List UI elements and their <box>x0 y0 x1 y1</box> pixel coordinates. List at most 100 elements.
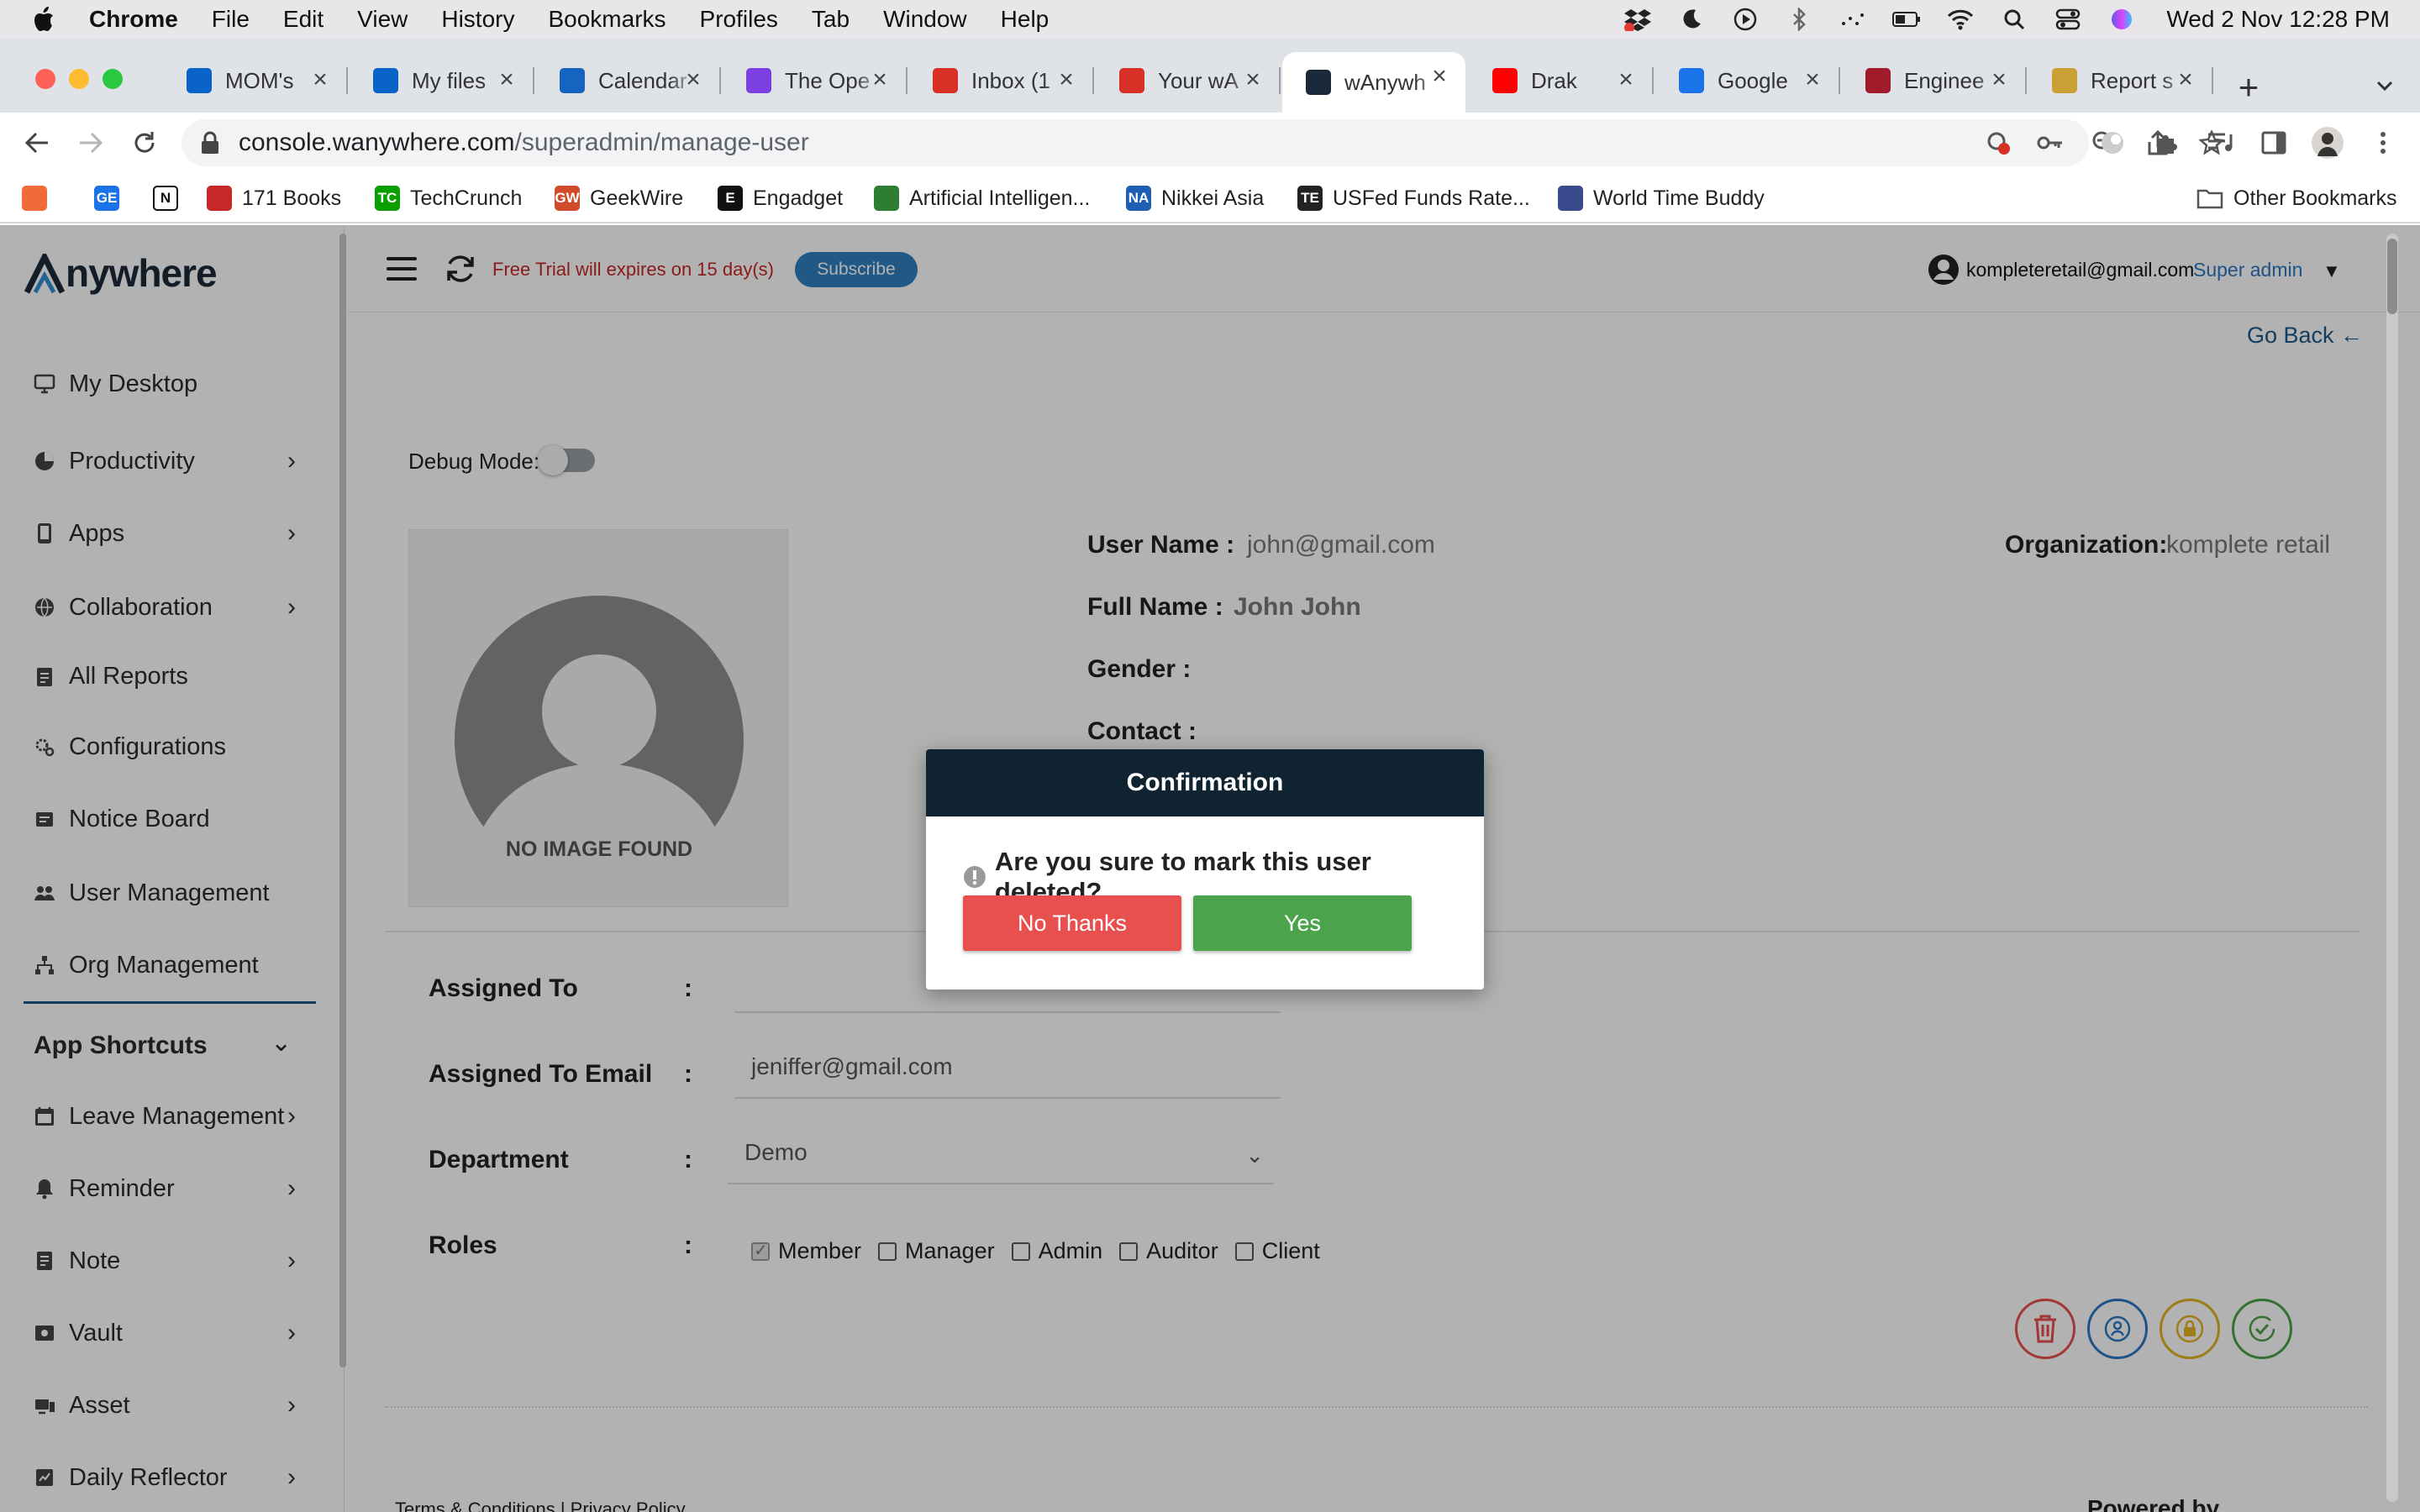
menubar-clock[interactable]: Wed 2 Nov 12:28 PM <box>2166 6 2390 33</box>
bookmark-label: World Time Buddy <box>1593 186 1765 210</box>
battery-icon[interactable] <box>1892 7 1921 32</box>
nikkei-icon: NA <box>1126 186 1151 211</box>
calendar-icon <box>560 68 585 93</box>
browser-tab[interactable]: Google × <box>1655 55 1840 106</box>
menu-bookmarks[interactable]: Bookmarks <box>548 6 666 33</box>
key-icon[interactable] <box>2035 128 2065 158</box>
tab-close-icon[interactable]: × <box>679 66 708 94</box>
browser-tab[interactable]: Inbox (1 × <box>909 55 1094 106</box>
menu-edit[interactable]: Edit <box>283 6 324 33</box>
tab-close-icon[interactable]: × <box>1985 66 2013 94</box>
tab-close-icon[interactable]: × <box>1425 62 1454 91</box>
wanywhere-icon <box>1306 70 1331 95</box>
browser-tab[interactable]: Report s × <box>2028 55 2213 106</box>
tab-separator <box>1652 67 1654 94</box>
browser-tab-strip: MOM's × My files × Calendar × The Ope × Inbox (1… <box>0 39 2420 113</box>
gmail-icon <box>933 68 958 93</box>
side-panel-icon[interactable] <box>2257 126 2291 160</box>
exclamation-circle-icon <box>963 866 986 888</box>
yes-button[interactable]: Yes <box>1193 895 1412 951</box>
dots-icon <box>874 186 899 211</box>
tab-close-icon[interactable]: × <box>1798 66 1827 94</box>
browser-tab[interactable]: My files × <box>350 55 534 106</box>
bookmark-item[interactable]: GE <box>94 183 129 213</box>
te-icon: TE <box>1297 186 1323 211</box>
tab-close-icon[interactable]: × <box>306 66 334 94</box>
browser-tab[interactable]: Your wA × <box>1096 55 1281 106</box>
bookmark-item[interactable] <box>22 183 57 213</box>
lock-icon[interactable] <box>200 131 220 155</box>
page-scrollbar[interactable] <box>2386 234 2398 1502</box>
macos-menubar: Chrome File Edit View History Bookmarks … <box>0 0 2420 39</box>
browser-tab[interactable]: Enginee × <box>1842 55 2027 106</box>
blocked-camera-icon[interactable] <box>1983 128 2013 158</box>
wifi-icon[interactable] <box>1946 7 1975 32</box>
moon-icon[interactable] <box>1677 7 1706 32</box>
bookmark-item[interactable]: World Time Buddy <box>1558 183 1765 213</box>
spotlight-search-icon[interactable] <box>2000 7 2028 32</box>
bookmark-item[interactable]: GW GeekWire <box>555 183 683 213</box>
menu-tab[interactable]: Tab <box>812 6 850 33</box>
window-close-button[interactable] <box>35 69 55 89</box>
bookmark-label: GeekWire <box>590 186 684 210</box>
tab-close-icon[interactable]: × <box>1239 66 1267 94</box>
tab-close-icon[interactable]: × <box>865 66 894 94</box>
profile-avatar[interactable] <box>2311 126 2344 160</box>
apple-icon <box>207 186 232 211</box>
siri-icon[interactable] <box>2107 7 2136 32</box>
media-controls-icon[interactable] <box>2203 126 2237 160</box>
bookmark-item[interactable]: N <box>153 183 188 213</box>
window-zoom-button[interactable] <box>103 69 123 89</box>
browser-tab[interactable]: Drak × <box>1469 55 1654 106</box>
bookmark-item[interactable]: 171 Books <box>207 183 341 213</box>
control-center-icon[interactable] <box>2054 7 2082 32</box>
menubar-app-name[interactable]: Chrome <box>89 6 178 33</box>
bookmark-item[interactable]: TC TechCrunch <box>375 183 522 213</box>
extensions-puzzle-icon[interactable] <box>2149 126 2183 160</box>
menu-profiles[interactable]: Profiles <box>700 6 778 33</box>
web-page: nywhere My Desktop Productivity › Apps › Coll… <box>0 225 2420 1512</box>
bookmark-item[interactable]: E Engadget <box>718 183 843 213</box>
dropbox-icon[interactable] <box>1623 7 1652 32</box>
menu-window[interactable]: Window <box>883 6 967 33</box>
onedrive-icon <box>187 68 212 93</box>
bookmark-item[interactable]: NA Nikkei Asia <box>1126 183 1264 213</box>
browser-tab[interactable]: The Ope × <box>723 55 908 106</box>
reload-icon[interactable] <box>128 126 161 160</box>
report-icon <box>2052 68 2077 93</box>
no-thanks-button[interactable]: No Thanks <box>963 895 1181 951</box>
tab-search-chevron-icon[interactable] <box>2370 71 2400 101</box>
tab-close-icon[interactable]: × <box>2171 66 2200 94</box>
other-bookmarks-folder[interactable]: Other Bookmarks <box>2196 183 2397 213</box>
bookmark-item[interactable]: TE USFed Funds Rate... <box>1297 183 1530 213</box>
bluetooth-icon[interactable] <box>1785 7 1813 32</box>
menu-help[interactable]: Help <box>1001 6 1050 33</box>
menu-file[interactable]: File <box>212 6 250 33</box>
activity-icon[interactable] <box>1839 7 1867 32</box>
folder-icon <box>2196 189 2223 209</box>
back-arrow-icon[interactable] <box>20 126 54 160</box>
chrome-menu-icon[interactable] <box>2366 126 2400 160</box>
play-icon[interactable] <box>1731 7 1760 32</box>
tab-close-icon[interactable]: × <box>492 66 521 94</box>
forward-arrow-icon[interactable] <box>74 126 108 160</box>
tab-close-icon[interactable]: × <box>1612 66 1640 94</box>
tab-separator <box>906 67 908 94</box>
tab-close-icon[interactable]: × <box>1052 66 1081 94</box>
address-url[interactable]: console.wanywhere.com/superadmin/manage-… <box>239 129 809 157</box>
address-bar[interactable]: console.wanywhere.com/superadmin/manage-… <box>182 119 2224 166</box>
browser-tab[interactable]: Calendar × <box>536 55 721 106</box>
extension-grey-icon[interactable] <box>2096 126 2129 160</box>
new-tab-button[interactable]: + <box>2230 69 2267 106</box>
browser-tab[interactable]: wAnywh × <box>1282 52 1465 113</box>
bookmark-item[interactable]: Artificial Intelligen... <box>874 183 1090 213</box>
engadget-icon: E <box>718 186 743 211</box>
apple-logo-icon[interactable] <box>32 5 59 34</box>
menu-view[interactable]: View <box>357 6 408 33</box>
bookmark-label: 171 Books <box>242 186 342 210</box>
window-minimize-button[interactable] <box>69 69 89 89</box>
tab-separator <box>1839 67 1840 94</box>
menu-history[interactable]: History <box>441 6 514 33</box>
tab-separator <box>533 67 534 94</box>
browser-tab[interactable]: MOM's × <box>163 55 348 106</box>
